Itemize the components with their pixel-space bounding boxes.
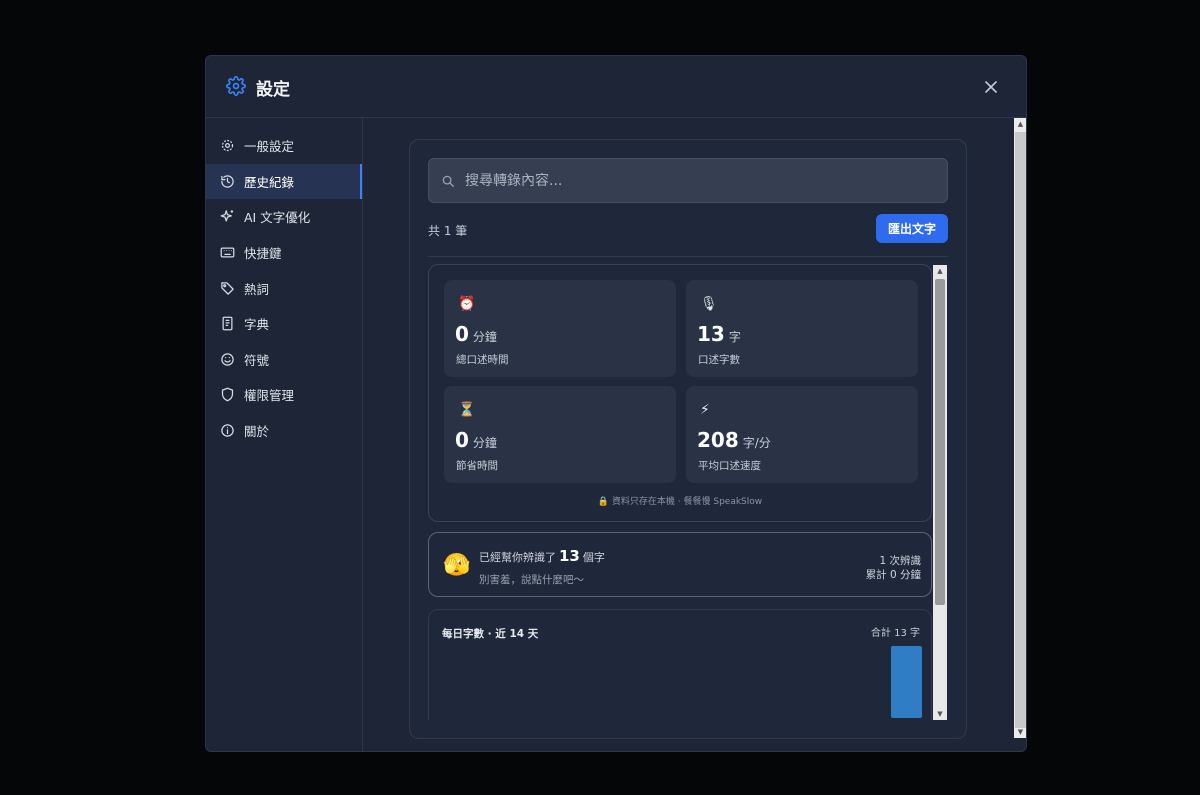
record-count: 共 1 筆 <box>428 224 468 238</box>
sidebar-item-label: 一般設定 <box>244 139 295 155</box>
history-scroll-area[interactable]: ⏰ 0 分鐘 總口述時間 🎙 13 字 口述字數 ⏳ 0 分鐘 節省時間 ⚡ 2… <box>410 264 950 720</box>
sidebar-item-shortcuts[interactable]: 快捷鍵 <box>206 235 362 271</box>
stat-unit: 字 <box>728 330 741 344</box>
sidebar-item-label: 權限管理 <box>244 388 295 404</box>
scroll-up-arrow-icon[interactable]: ▲ <box>933 265 947 277</box>
sidebar-item-label: 字典 <box>244 317 270 333</box>
smile-icon <box>220 352 235 367</box>
search-box[interactable] <box>428 158 948 203</box>
stat-number: 208 <box>697 428 739 452</box>
shy-face-icon: 🫣 <box>443 553 471 578</box>
history-panel: 共 1 筆 匯出文字 ⏰ 0分鐘 總口述時間 🎙 13字 口述字數 <box>409 139 967 739</box>
sidebar-item-hotwords[interactable]: 熱詞 <box>206 270 362 306</box>
sidebar-item-general[interactable]: 一般設定 <box>206 128 362 164</box>
stats-box: ⏰ 0 分鐘 總口述時間 🎙 13 字 口述字數 ⏳ 0 分鐘 節省時間 ⚡ 2… <box>428 264 932 522</box>
sidebar-item-label: 歷史紀錄 <box>244 174 295 190</box>
alarm-clock-icon: ⏰ <box>458 296 476 312</box>
stat-card-avg-speed: ⚡ 208 字/分 平均口述速度 <box>686 386 918 483</box>
sidebar-item-about[interactable]: 關於 <box>206 413 362 449</box>
stat-label: 節省時間 <box>456 460 498 472</box>
summary-prefix: 已經幫你辨識了 <box>479 551 556 564</box>
info-icon <box>220 423 235 438</box>
inner-scrollbar[interactable]: ▲ ▼ <box>933 265 947 720</box>
stat-value: 13 字 <box>697 322 741 346</box>
sparkle-icon <box>220 209 235 224</box>
book-icon <box>220 316 235 331</box>
scroll-down-arrow-icon[interactable]: ▼ <box>1014 726 1026 738</box>
sidebar-item-label: AI 文字優化 <box>244 210 311 226</box>
bar-chart <box>891 646 922 718</box>
search-input[interactable] <box>465 172 925 189</box>
privacy-note: 🔒 資料只存在本機 · 餐餐慢 SpeakSlow <box>597 497 763 507</box>
stat-card-total-time: ⏰ 0 分鐘 總口述時間 <box>444 280 676 377</box>
encourage-card: 🫣 已經幫你辨識了 13 個字 別害羞，說點什麼吧～ 1 次辨識 累計 0 分鐘 <box>428 532 932 597</box>
close-icon <box>985 81 997 93</box>
daily-chart: 每日字數 · 近 14 天 合計 13 字 <box>428 609 932 720</box>
stat-card-saved-time: ⏳ 0 分鐘 節省時間 <box>444 386 676 483</box>
stat-number: 0 <box>455 428 469 452</box>
hourglass-icon: ⏳ <box>458 402 476 418</box>
sidebar-item-history[interactable]: 歷史紀錄 <box>206 163 362 200</box>
stat-label: 口述字數 <box>698 354 740 366</box>
stat-unit: 分鐘 <box>472 436 497 450</box>
stat-value: 208 字/分 <box>697 428 771 452</box>
sidebar-item-label: 符號 <box>244 352 270 368</box>
divider <box>428 256 948 257</box>
scroll-up-arrow-icon[interactable]: ▲ <box>1014 118 1026 130</box>
export-text-button[interactable]: 匯出文字 <box>876 214 948 243</box>
sidebar-item-symbols[interactable]: 符號 <box>206 342 362 378</box>
stat-unit: 字/分 <box>742 436 771 450</box>
shield-icon <box>220 387 235 402</box>
summary-count: 13 <box>559 547 580 565</box>
keyboard-icon <box>220 245 235 260</box>
stat-value: 0 分鐘 <box>455 322 497 346</box>
scrollbar-thumb[interactable] <box>1015 132 1026 728</box>
summary-suffix: 個字 <box>582 551 605 564</box>
search-icon <box>442 175 454 187</box>
sidebar-item-label: 快捷鍵 <box>244 246 282 262</box>
stat-card-word-count: 🎙 13 字 口述字數 <box>686 280 918 377</box>
lightning-icon: ⚡ <box>700 402 710 418</box>
tag-icon <box>220 281 235 296</box>
gear-icon <box>226 76 246 96</box>
recognition-count: 1 次辨識 <box>879 555 921 567</box>
settings-dialog: 設定 一般設定 歷史紀錄 AI 文字優化 快捷鍵 熱詞 字典 符號 權限管理 關… <box>205 55 1027 752</box>
sidebar-item-label: 關於 <box>244 424 270 440</box>
history-content: 共 1 筆 匯出文字 ⏰ 0分鐘 總口述時間 🎙 13字 口述字數 <box>363 118 1014 751</box>
scrollbar-thumb[interactable] <box>935 279 945 605</box>
microphone-icon: 🎙 <box>700 296 718 312</box>
stat-number: 0 <box>455 322 469 346</box>
gear-icon <box>220 138 235 153</box>
dialog-header: 設定 <box>206 56 1026 118</box>
content-scrollbar[interactable]: ▲ ▼ <box>1014 118 1026 738</box>
sidebar-item-label: 熱詞 <box>244 281 270 297</box>
chart-bar <box>891 646 922 718</box>
encourage-text: 別害羞，說點什麼吧～ <box>479 574 584 586</box>
stat-label: 總口述時間 <box>456 354 509 366</box>
recognized-summary: 已經幫你辨識了 13 個字 <box>479 547 605 565</box>
history-icon <box>220 174 235 189</box>
sidebar-item-ai-text[interactable]: AI 文字優化 <box>206 199 362 235</box>
settings-sidebar: 一般設定 歷史紀錄 AI 文字優化 快捷鍵 熱詞 字典 符號 權限管理 關於 <box>206 118 363 751</box>
stat-number: 13 <box>697 322 725 346</box>
dialog-title: 設定 <box>256 80 290 100</box>
sidebar-item-dictionary[interactable]: 字典 <box>206 306 362 342</box>
sidebar-item-permissions[interactable]: 權限管理 <box>206 377 362 413</box>
stat-value: 0 分鐘 <box>455 428 497 452</box>
stat-unit: 分鐘 <box>472 330 497 344</box>
scroll-down-arrow-icon[interactable]: ▼ <box>933 708 947 720</box>
stat-label: 平均口述速度 <box>698 460 761 472</box>
cumulative-time: 累計 0 分鐘 <box>865 569 921 581</box>
close-button[interactable] <box>980 76 1002 98</box>
